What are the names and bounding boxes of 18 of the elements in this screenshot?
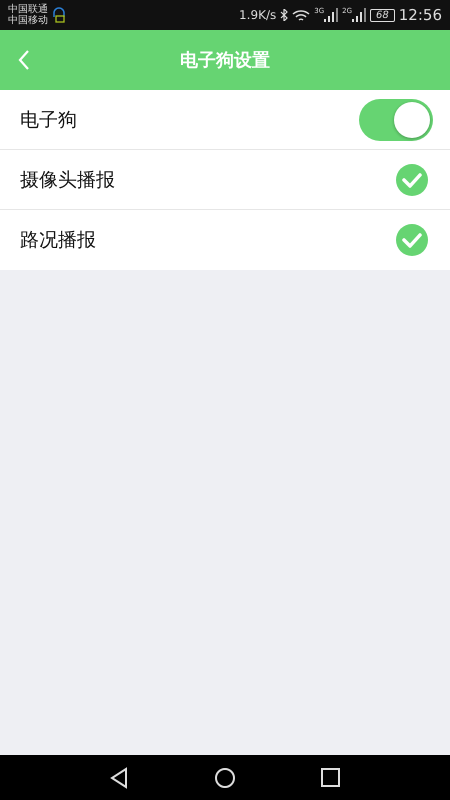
- checkbox[interactable]: [396, 164, 428, 196]
- page-title: 电子狗设置: [180, 49, 270, 72]
- back-icon: [18, 49, 30, 71]
- wifi-icon: [292, 9, 310, 21]
- clock-time: 12:56: [398, 6, 442, 24]
- network-speed: 1.9K/s: [239, 8, 276, 22]
- signal-icon: [324, 8, 338, 22]
- carrier-name: 中国移动: [8, 15, 48, 26]
- bluetooth-icon: [280, 9, 288, 21]
- setting-label: 路况播报: [20, 228, 97, 253]
- setting-label: 电子狗: [20, 108, 78, 132]
- checkbox[interactable]: [396, 224, 428, 256]
- carrier-name: 中国联通: [8, 4, 48, 15]
- setting-label: 摄像头播报: [20, 168, 116, 192]
- signal-icon: [352, 8, 366, 22]
- toggle-switch[interactable]: [359, 98, 433, 140]
- lock-icon: [52, 6, 66, 24]
- battery-level: 68: [370, 8, 395, 22]
